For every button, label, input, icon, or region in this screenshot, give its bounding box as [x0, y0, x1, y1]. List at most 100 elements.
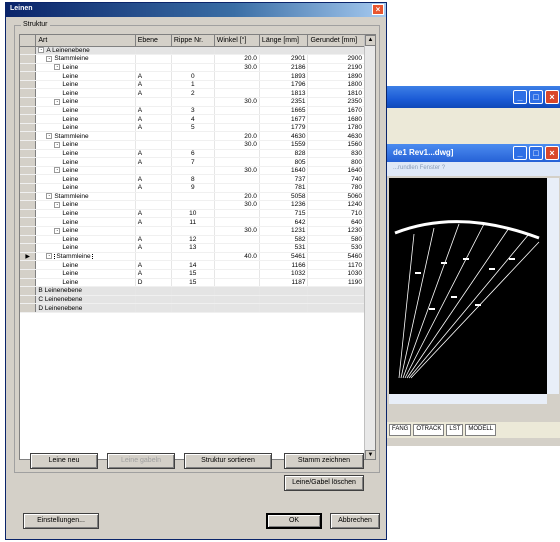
row-selector[interactable] — [20, 131, 37, 142]
table-row[interactable]: ▶ - Stammleine 40.0 5461 5460 — [20, 252, 365, 262]
cell-winkel[interactable] — [214, 183, 260, 193]
drawing-viewport[interactable] — [389, 178, 547, 394]
cell-ebene[interactable] — [135, 166, 172, 176]
cell-winkel[interactable]: 30.0 — [214, 166, 260, 176]
row-selector[interactable] — [20, 54, 37, 64]
cell-art[interactable]: Leine — [35, 71, 136, 81]
cell-laenge[interactable] — [259, 295, 309, 305]
table-row[interactable]: Leine A 13 531 530 — [20, 243, 365, 253]
cell-winkel[interactable] — [214, 114, 260, 124]
row-selector[interactable] — [20, 295, 37, 305]
cell-gerundet[interactable]: 1170 — [307, 260, 365, 270]
cell-laenge[interactable]: 828 — [259, 149, 309, 159]
cell-laenge[interactable]: 2186 — [259, 63, 309, 73]
table-row[interactable]: Leine A 10 715 710 — [20, 209, 365, 219]
table-row[interactable]: Leine A 15 1032 1030 — [20, 269, 365, 279]
minimize-icon[interactable]: _ — [513, 90, 527, 104]
cell-rippe-nr[interactable] — [171, 295, 215, 305]
cell-laenge[interactable]: 2351 — [259, 97, 309, 107]
cell-rippe-nr[interactable]: 10 — [171, 209, 215, 219]
cell-ebene[interactable]: A — [135, 269, 172, 279]
cell-laenge[interactable]: 737 — [259, 174, 309, 184]
cell-gerundet[interactable]: 830 — [307, 149, 365, 159]
tree-expander-icon[interactable]: - — [54, 167, 61, 174]
cell-rippe-nr[interactable] — [171, 226, 215, 236]
tree-expander-icon[interactable]: - — [54, 201, 61, 208]
row-selector[interactable] — [20, 286, 37, 296]
cell-rippe-nr[interactable]: 12 — [171, 235, 215, 245]
row-selector[interactable] — [20, 243, 37, 253]
cell-art[interactable]: -A Leinenebene — [35, 46, 136, 56]
table-row[interactable]: B Leinenebene — [20, 286, 365, 296]
cell-rippe-nr[interactable]: 11 — [171, 217, 215, 227]
cell-winkel[interactable] — [214, 243, 260, 253]
cell-art[interactable]: Leine — [35, 209, 136, 219]
tree-expander-icon[interactable]: - — [46, 253, 53, 260]
current-row-indicator[interactable]: ▶ — [20, 252, 37, 262]
cell-gerundet[interactable]: 5460 — [307, 252, 365, 262]
cell-laenge[interactable] — [259, 303, 309, 313]
row-selector[interactable] — [20, 269, 37, 279]
cell-rippe-nr[interactable] — [171, 200, 215, 210]
leine-neu-button[interactable]: Leine neu — [30, 453, 98, 469]
row-selector[interactable] — [20, 226, 37, 236]
cell-ebene[interactable]: A — [135, 174, 172, 184]
cell-gerundet[interactable]: 1190 — [307, 278, 365, 288]
table-row[interactable]: Leine A 14 1166 1170 — [20, 260, 365, 270]
table-row[interactable]: Leine A 7 805 800 — [20, 157, 365, 167]
table-row[interactable]: C Leinenebene — [20, 295, 365, 305]
cell-gerundet[interactable]: 1780 — [307, 123, 365, 133]
tree-expander-icon[interactable]: - — [54, 141, 61, 148]
cell-ebene[interactable] — [135, 303, 172, 313]
cell-gerundet[interactable]: 1640 — [307, 166, 365, 176]
status-otrack-toggle[interactable]: OTRACK — [413, 424, 445, 436]
cell-ebene[interactable] — [135, 192, 172, 202]
cell-rippe-nr[interactable] — [171, 140, 215, 150]
table-row[interactable]: - Stammleine 20.0 2901 2900 — [20, 54, 365, 64]
cell-ebene[interactable]: A — [135, 88, 172, 99]
cell-art[interactable]: D Leinenebene — [35, 303, 136, 313]
cell-winkel[interactable] — [214, 269, 260, 279]
row-selector[interactable] — [20, 63, 37, 73]
table-row[interactable]: Leine A 5 1779 1780 — [20, 123, 365, 133]
cell-rippe-nr[interactable] — [171, 286, 215, 296]
row-selector[interactable] — [20, 260, 37, 270]
cell-rippe-nr[interactable] — [171, 97, 215, 107]
cell-ebene[interactable] — [135, 252, 172, 262]
cell-rippe-nr[interactable]: 8 — [171, 174, 215, 184]
status-modell-toggle[interactable]: MODELL — [465, 424, 497, 436]
table-row[interactable]: Leine A 6 828 830 — [20, 149, 365, 159]
table-row[interactable]: - Leine 30.0 1559 1560 — [20, 140, 365, 150]
cell-laenge[interactable] — [259, 286, 309, 296]
cell-art[interactable]: Leine — [35, 80, 136, 90]
table-row[interactable]: Leine A 4 1677 1680 — [20, 114, 365, 124]
leine-gabel-loeschen-button[interactable]: Leine/Gabel löschen — [284, 475, 364, 491]
cell-laenge[interactable]: 1032 — [259, 269, 309, 279]
row-selector[interactable] — [20, 303, 37, 313]
cell-rippe-nr[interactable]: 13 — [171, 243, 215, 253]
cell-gerundet[interactable] — [307, 46, 365, 56]
cell-rippe-nr[interactable]: 1 — [171, 80, 215, 90]
cell-winkel[interactable] — [214, 260, 260, 270]
cell-laenge[interactable]: 1893 — [259, 71, 309, 81]
cell-rippe-nr[interactable] — [171, 131, 215, 142]
cell-laenge[interactable]: 1187 — [259, 278, 309, 288]
cell-laenge[interactable]: 1559 — [259, 140, 309, 150]
struktur-sortieren-button[interactable]: Struktur sortieren — [184, 453, 272, 469]
cell-gerundet[interactable]: 2350 — [307, 97, 365, 107]
row-selector[interactable] — [20, 88, 37, 99]
cell-ebene[interactable] — [135, 97, 172, 107]
column-header-rippe[interactable]: Rippe Nr. — [171, 35, 215, 47]
column-header-ebene[interactable]: Ebene — [135, 35, 172, 47]
cell-winkel[interactable] — [214, 157, 260, 167]
row-selector[interactable] — [20, 149, 37, 159]
cell-gerundet[interactable]: 1560 — [307, 140, 365, 150]
cell-gerundet[interactable]: 580 — [307, 235, 365, 245]
tree-expander-icon[interactable]: - — [54, 227, 61, 234]
table-row[interactable]: - Leine 30.0 1640 1640 — [20, 166, 365, 176]
table-row[interactable]: - Stammleine 20.0 5058 5060 — [20, 192, 365, 202]
cell-art[interactable]: Leine — [35, 278, 136, 288]
cell-ebene[interactable]: A — [135, 157, 172, 167]
cell-laenge[interactable]: 1779 — [259, 123, 309, 133]
table-row[interactable]: Leine A 12 582 580 — [20, 235, 365, 245]
